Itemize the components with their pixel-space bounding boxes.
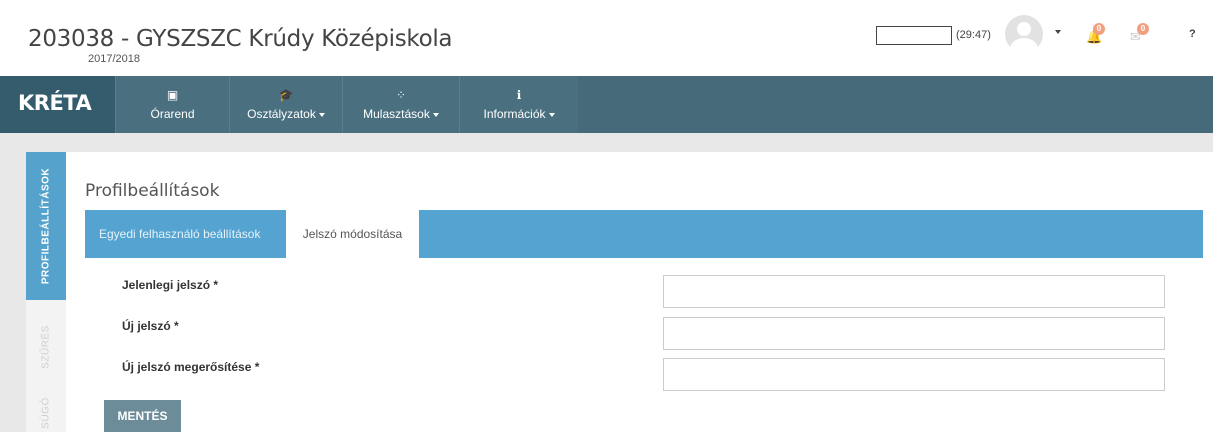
messages-button[interactable]: ✉ 0 [1130, 23, 1152, 45]
nav-label: Információk [483, 107, 546, 121]
side-tabs: PROFILBEÁLLÍTÁSOK SZŰRÉS SÚGÓ [26, 152, 66, 432]
spinner-icon: ⁘ [395, 88, 407, 102]
confirm-password-input[interactable] [663, 358, 1165, 391]
new-password-label: Új jelszó * [122, 319, 179, 333]
save-button[interactable]: MENTÉS [104, 400, 181, 432]
current-password-input[interactable] [663, 275, 1165, 308]
current-password-label: Jelenlegi jelszó * [122, 278, 219, 292]
chevron-down-icon [548, 112, 555, 117]
nav-item-informaciok[interactable]: ℹ Információk [459, 76, 578, 133]
nav-item-mulasztasok[interactable]: ⁘ Mulasztások [342, 76, 459, 133]
session-box [876, 26, 952, 45]
tab-egyedi-beallitasok[interactable]: Egyedi felhasználó beállítások [85, 210, 285, 258]
user-avatar-icon[interactable] [1005, 15, 1043, 53]
help-button[interactable]: ? [1189, 28, 1196, 40]
user-menu-caret-icon[interactable] [1055, 30, 1061, 34]
graduation-cap-icon: 🎓 [278, 88, 294, 102]
chevron-down-icon [432, 112, 439, 117]
new-password-input[interactable] [663, 317, 1165, 350]
side-tab-label: PROFILBEÁLLÍTÁSOK [40, 167, 52, 285]
confirm-password-label: Új jelszó megerősítése * [122, 360, 260, 374]
info-icon: ℹ [516, 88, 522, 102]
school-year: 2017/2018 [88, 53, 140, 65]
calendar-icon: ▣ [166, 88, 179, 102]
messages-badge: 0 [1137, 23, 1149, 35]
main-navbar: KRÉTA ▣ Órarend 🎓 Osztályzatok ⁘ Mulaszt… [0, 76, 1213, 133]
page-title: Profilbeállítások [85, 181, 220, 201]
tab-bar: Egyedi felhasználó beállítások Jelszó mó… [85, 210, 1203, 258]
nav-label: Mulasztások [363, 107, 430, 121]
side-tab-label: SÚGÓ [40, 397, 52, 429]
notifications-badge: 0 [1093, 23, 1105, 35]
school-title: 203038 - GYSZSZC Krúdy Középiskola [28, 26, 453, 52]
app-header: 203038 - GYSZSZC Krúdy Középiskola 2017/… [0, 0, 1213, 76]
side-tab-sugo[interactable]: SÚGÓ [26, 394, 66, 432]
session-timer: (29:47) [956, 29, 991, 41]
avatar-head [1017, 22, 1031, 36]
tab-jelszo-modositasa[interactable]: Jelszó módosítása [286, 210, 419, 258]
logo-text: KRÉTA [18, 91, 92, 115]
notifications-button[interactable]: 🔔 0 [1086, 23, 1108, 45]
side-tab-szures[interactable]: SZŰRÉS [26, 300, 66, 394]
navbar-filler [578, 76, 1213, 133]
kreta-logo[interactable]: KRÉTA [0, 76, 115, 133]
side-tab-label: SZŰRÉS [40, 325, 52, 369]
side-tab-profilbeallitasok[interactable]: PROFILBEÁLLÍTÁSOK [26, 152, 66, 300]
nav-label: Osztályzatok [247, 107, 316, 121]
nav-label: Órarend [150, 107, 195, 121]
avatar-body [1010, 38, 1038, 53]
chevron-down-icon [318, 112, 325, 117]
nav-item-orarend[interactable]: ▣ Órarend [115, 76, 229, 133]
nav-item-osztalyzatok[interactable]: 🎓 Osztályzatok [229, 76, 342, 133]
